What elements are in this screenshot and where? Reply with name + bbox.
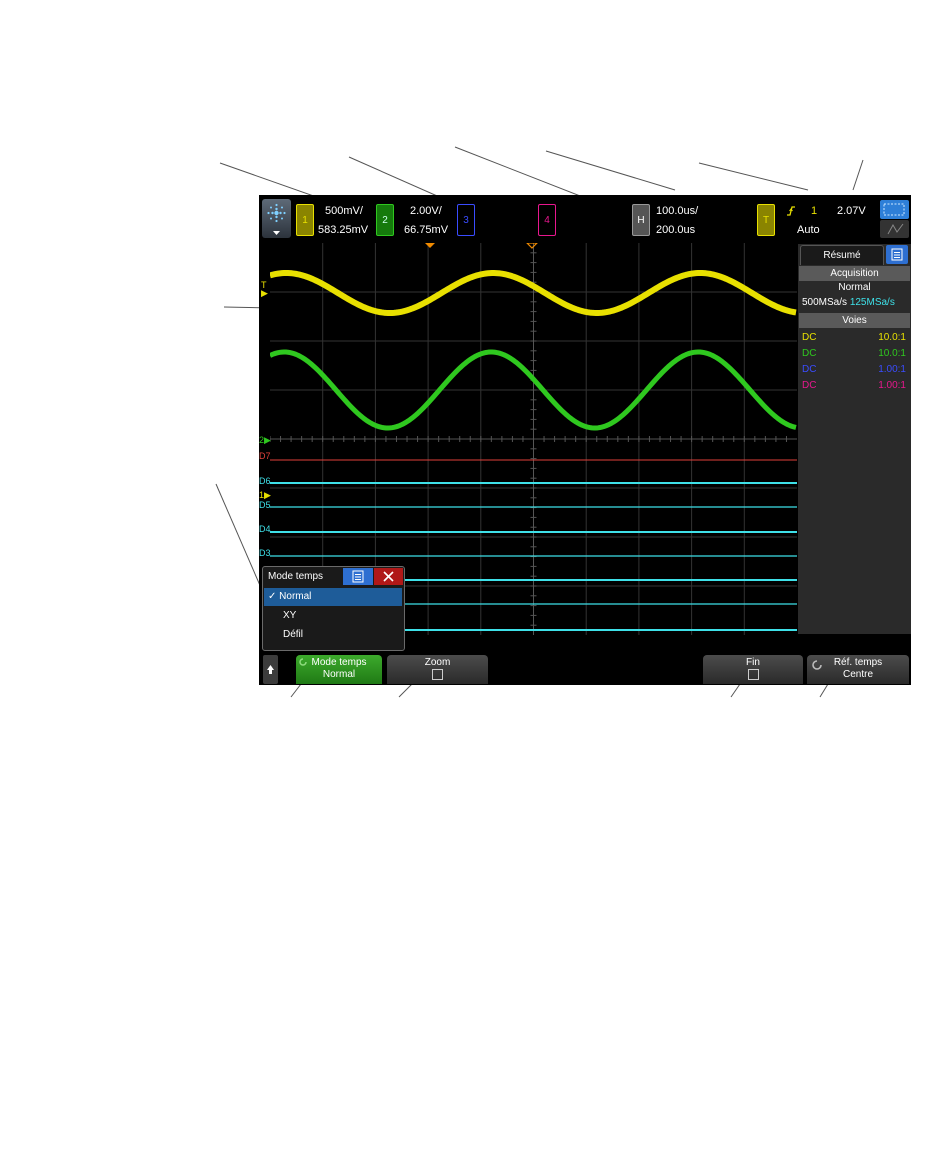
sample-rate-alt: 125MSa/s bbox=[849, 297, 895, 308]
channel-probe-ratio: 1.00:1 bbox=[878, 380, 906, 391]
touch-zone-icon bbox=[880, 200, 909, 238]
menu-item-xy[interactable]: XY bbox=[264, 607, 402, 625]
menu-item-defil[interactable]: Défil bbox=[264, 626, 402, 644]
trigger-level: 2.07V bbox=[837, 205, 866, 217]
softkey-time-mode[interactable]: Mode temps Normal bbox=[296, 655, 382, 684]
panel-menu-button[interactable] bbox=[886, 245, 908, 264]
chevron-down-icon bbox=[273, 231, 280, 235]
trigger-source: 1 bbox=[811, 205, 818, 217]
tab-summary[interactable]: Résumé bbox=[800, 245, 884, 265]
channel-coupling: DC bbox=[802, 348, 817, 359]
ch1-trigger-marker[interactable]: T ▶ bbox=[261, 280, 268, 298]
ch2-ground-marker[interactable]: 2▶ bbox=[259, 435, 271, 446]
channel-probe-ratio: 10.0:1 bbox=[878, 332, 906, 343]
ch2-scale: 2.00V/ bbox=[410, 205, 442, 217]
touch-zone-button[interactable] bbox=[879, 199, 910, 239]
main-menu-button[interactable] bbox=[262, 199, 291, 238]
fin-checkbox[interactable] bbox=[747, 669, 759, 680]
softkey-zoom[interactable]: Zoom bbox=[387, 655, 488, 684]
callout-line-softkey-zoom bbox=[398, 683, 413, 698]
channel-coupling: DC bbox=[802, 332, 817, 343]
digital-label-d7: D7 bbox=[259, 451, 271, 461]
ch2-offset: 66.75mV bbox=[404, 224, 449, 236]
channel-probe-ratio: 1.00:1 bbox=[878, 364, 906, 375]
softkey-bar: Mode temps Normal Zoom Fin Réf. temps Ce… bbox=[259, 651, 911, 685]
callout-line-softkey-ref bbox=[819, 683, 829, 698]
zoom-checkbox[interactable] bbox=[432, 669, 443, 680]
menu-item-normal[interactable]: ✓ Normal bbox=[264, 588, 402, 606]
softkey-title: Fin bbox=[746, 657, 760, 668]
trigger-mode: Auto bbox=[797, 224, 820, 236]
channel-list: DC 10.0:1 DC 10.0:1 DC 1.00:1 DC 1.00:1 bbox=[802, 330, 906, 394]
channel-summary-row: DC 10.0:1 bbox=[802, 330, 906, 346]
callout-line-h-scale bbox=[545, 150, 676, 191]
oscilloscope-screen: 1 500mV/ 583.25mV 2 2.00V/ 66.75mV 3 4 H… bbox=[259, 195, 911, 685]
trigger-button[interactable]: T bbox=[757, 204, 775, 236]
softkey-value: Normal bbox=[322, 669, 356, 680]
menu-title: Mode temps bbox=[268, 571, 324, 582]
callout-line-softkey-mode bbox=[290, 683, 302, 698]
ch1-marker-label: 1 bbox=[259, 490, 265, 500]
menu-item-label: Normal bbox=[279, 591, 312, 602]
acquisition-header: Acquisition bbox=[799, 266, 910, 281]
up-arrow-icon bbox=[267, 665, 274, 674]
check-icon: ✓ bbox=[268, 591, 277, 602]
menu-item-label: XY bbox=[283, 610, 297, 621]
channels-header: Voies bbox=[799, 313, 910, 328]
channel-coupling: DC bbox=[802, 380, 817, 391]
softkey-title: Zoom bbox=[424, 657, 451, 668]
softkey-fin[interactable]: Fin bbox=[703, 655, 803, 684]
horizontal-button[interactable]: H bbox=[632, 204, 650, 236]
menu-item-label: Défil bbox=[283, 629, 304, 640]
digital-label-d5: D5 bbox=[259, 500, 271, 510]
ch3-button[interactable]: 3 bbox=[457, 204, 475, 236]
digital-label-d6: D6 bbox=[259, 476, 271, 486]
digital-label-d3: D3 bbox=[259, 548, 271, 558]
channel-summary-row: DC 1.00:1 bbox=[802, 378, 906, 394]
channel-summary-row: DC 10.0:1 bbox=[802, 346, 906, 362]
channel-probe-ratio: 10.0:1 bbox=[878, 348, 906, 359]
sample-rate: 500MSa/s bbox=[802, 297, 848, 308]
top-status-bar: 1 500mV/ 583.25mV 2 2.00V/ 66.75mV 3 4 H… bbox=[259, 195, 911, 243]
ch1-button[interactable]: 1 bbox=[296, 204, 314, 236]
horizontal-delay: 200.0us bbox=[656, 224, 696, 236]
close-icon bbox=[383, 571, 394, 582]
summary-panel: Résumé Acquisition Normal 500MSa/s 125MS… bbox=[798, 244, 911, 634]
channel-coupling: DC bbox=[802, 364, 817, 375]
channel-summary-row: DC 1.00:1 bbox=[802, 362, 906, 378]
softkey-time-reference[interactable]: Réf. temps Centre bbox=[807, 655, 909, 684]
ch4-button[interactable]: 4 bbox=[538, 204, 556, 236]
ch2-marker-label: 2 bbox=[259, 435, 265, 445]
menu-list-button[interactable] bbox=[343, 568, 373, 585]
sample-rate-row: 500MSa/s 125MSa/s bbox=[802, 297, 910, 308]
callout-line-trigger-level bbox=[852, 159, 864, 191]
rising-edge-icon bbox=[787, 206, 795, 216]
rotate-knob-icon bbox=[812, 660, 822, 670]
menu-close-button[interactable] bbox=[374, 568, 403, 585]
rotate-knob-icon bbox=[299, 658, 307, 666]
list-icon bbox=[352, 570, 364, 583]
callout-line-trigger-source bbox=[698, 162, 809, 191]
starburst-menu-icon bbox=[267, 203, 286, 235]
callout-line-softkey-fin bbox=[730, 683, 741, 698]
softkey-title: Mode temps bbox=[311, 657, 367, 668]
acquisition-mode: Normal bbox=[838, 282, 871, 293]
ch1-offset: 583.25mV bbox=[318, 224, 369, 236]
trigger-level-label: T bbox=[261, 280, 267, 290]
horizontal-scale: 100.0us/ bbox=[656, 205, 699, 217]
list-icon bbox=[891, 248, 903, 261]
ch2-button[interactable]: 2 bbox=[376, 204, 394, 236]
back-button[interactable] bbox=[263, 655, 278, 684]
digital-label-d4: D4 bbox=[259, 524, 271, 534]
ch1-scale: 500mV/ bbox=[325, 205, 363, 217]
time-mode-menu: Mode temps ✓ Normal XY Défil bbox=[262, 566, 405, 651]
